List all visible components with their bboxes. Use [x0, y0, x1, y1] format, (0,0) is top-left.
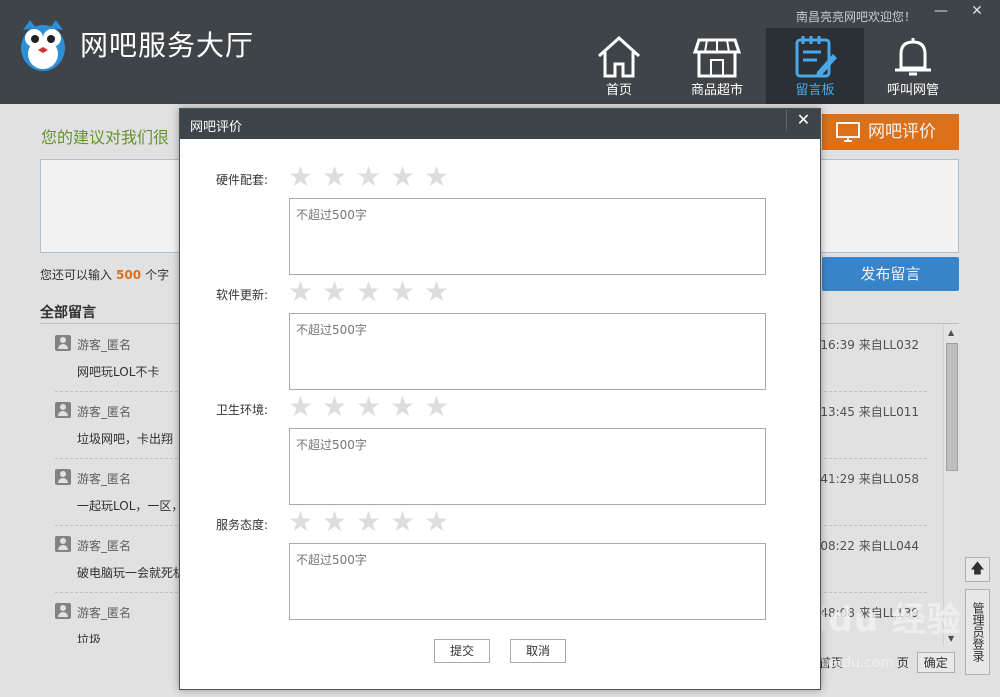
nav-call-admin[interactable]: 呼叫网管 [864, 28, 962, 104]
star-icon[interactable]: ★ [288, 278, 322, 306]
app-title: 网吧服务大厅 [80, 29, 255, 62]
owl-logo-icon [18, 16, 68, 72]
message-board-icon [795, 36, 837, 78]
software-comment-input[interactable] [289, 313, 766, 390]
hardware-rating[interactable]: ★ ★ ★ ★ ★ [288, 163, 458, 191]
title-bar: 网吧服务大厅 南昌亮亮网吧欢迎您！ — ✕ 首页 商品超市 留言板 呼叫网管 [0, 0, 1000, 104]
hygiene-rating[interactable]: ★ ★ ★ ★ ★ [288, 393, 458, 421]
service-rating[interactable]: ★ ★ ★ ★ ★ [288, 508, 458, 536]
star-icon[interactable]: ★ [390, 163, 424, 191]
star-icon[interactable]: ★ [356, 278, 390, 306]
dialog-close-button[interactable]: ✕ [786, 109, 820, 131]
star-icon[interactable]: ★ [322, 508, 356, 536]
service-label: 服务态度: [216, 518, 269, 532]
store-icon [693, 38, 741, 78]
star-icon[interactable]: ★ [356, 508, 390, 536]
hardware-label: 硬件配套: [216, 173, 269, 187]
star-icon[interactable]: ★ [424, 393, 458, 421]
dialog-header: 网吧评价 ✕ [180, 109, 820, 139]
dialog-title: 网吧评价 [190, 120, 243, 135]
star-icon[interactable]: ★ [390, 508, 424, 536]
star-icon[interactable]: ★ [390, 393, 424, 421]
star-icon[interactable]: ★ [288, 163, 322, 191]
nav-store-label: 商品超市 [690, 83, 743, 98]
star-icon[interactable]: ★ [322, 393, 356, 421]
service-comment-input[interactable] [289, 543, 766, 620]
star-icon[interactable]: ★ [356, 393, 390, 421]
hygiene-comment-input[interactable] [289, 428, 766, 505]
star-icon[interactable]: ★ [424, 508, 458, 536]
nav-message-board[interactable]: 留言板 [766, 28, 864, 104]
software-rating[interactable]: ★ ★ ★ ★ ★ [288, 278, 458, 306]
software-label: 软件更新: [216, 288, 269, 302]
star-icon[interactable]: ★ [322, 163, 356, 191]
cancel-button[interactable]: 取消 [510, 639, 566, 663]
star-icon[interactable]: ★ [288, 393, 322, 421]
star-icon[interactable]: ★ [322, 278, 356, 306]
home-icon [597, 35, 641, 78]
star-icon[interactable]: ★ [424, 278, 458, 306]
star-icon[interactable]: ★ [288, 508, 322, 536]
nav-message-board-label: 留言板 [795, 83, 835, 98]
welcome-text: 南昌亮亮网吧欢迎您！ [796, 10, 917, 24]
submit-button[interactable]: 提交 [434, 639, 490, 663]
close-window-button[interactable]: ✕ [966, 2, 988, 20]
nav-home[interactable]: 首页 [570, 28, 668, 104]
nav-home-label: 首页 [605, 83, 632, 98]
star-icon[interactable]: ★ [356, 163, 390, 191]
nav-store[interactable]: 商品超市 [668, 28, 766, 104]
star-icon[interactable]: ★ [390, 278, 424, 306]
star-icon[interactable]: ★ [424, 163, 458, 191]
minimize-button[interactable]: — [930, 2, 952, 20]
bell-icon [895, 38, 931, 76]
evaluation-dialog: 网吧评价 ✕ 硬件配套: ★★★★★ 软件更新: ★★★★★ 卫生环境: ★★★… [179, 108, 821, 690]
nav-call-admin-label: 呼叫网管 [886, 83, 939, 98]
hardware-comment-input[interactable] [289, 198, 766, 275]
hygiene-label: 卫生环境: [216, 403, 269, 417]
